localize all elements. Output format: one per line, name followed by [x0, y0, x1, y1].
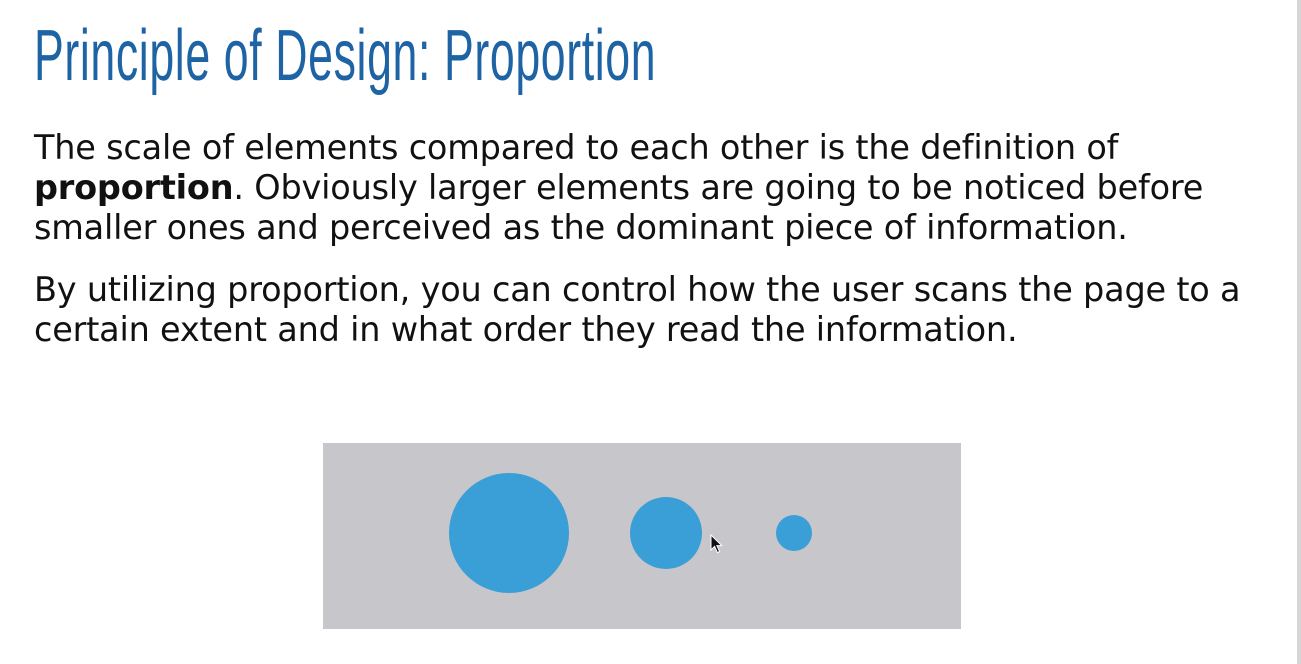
medium-circle: [630, 497, 702, 569]
mouse-cursor-icon: [710, 533, 724, 554]
slide-title: Principle of Design: Proportion: [34, 16, 657, 96]
keyword-proportion: proportion: [34, 168, 234, 207]
slide-edge: [1297, 0, 1301, 664]
circles-svg: [449, 473, 812, 593]
small-circle: [776, 515, 812, 551]
proportion-illustration: [323, 443, 961, 629]
large-circle: [449, 473, 569, 593]
paragraph-definition: The scale of elements compared to each o…: [34, 128, 1284, 248]
paragraph-usage: By utilizing proportion, you can control…: [34, 270, 1241, 349]
slide-body: The scale of elements compared to each o…: [34, 128, 1284, 350]
paragraph-definition-start: The scale of elements compared to each o…: [34, 128, 1119, 167]
